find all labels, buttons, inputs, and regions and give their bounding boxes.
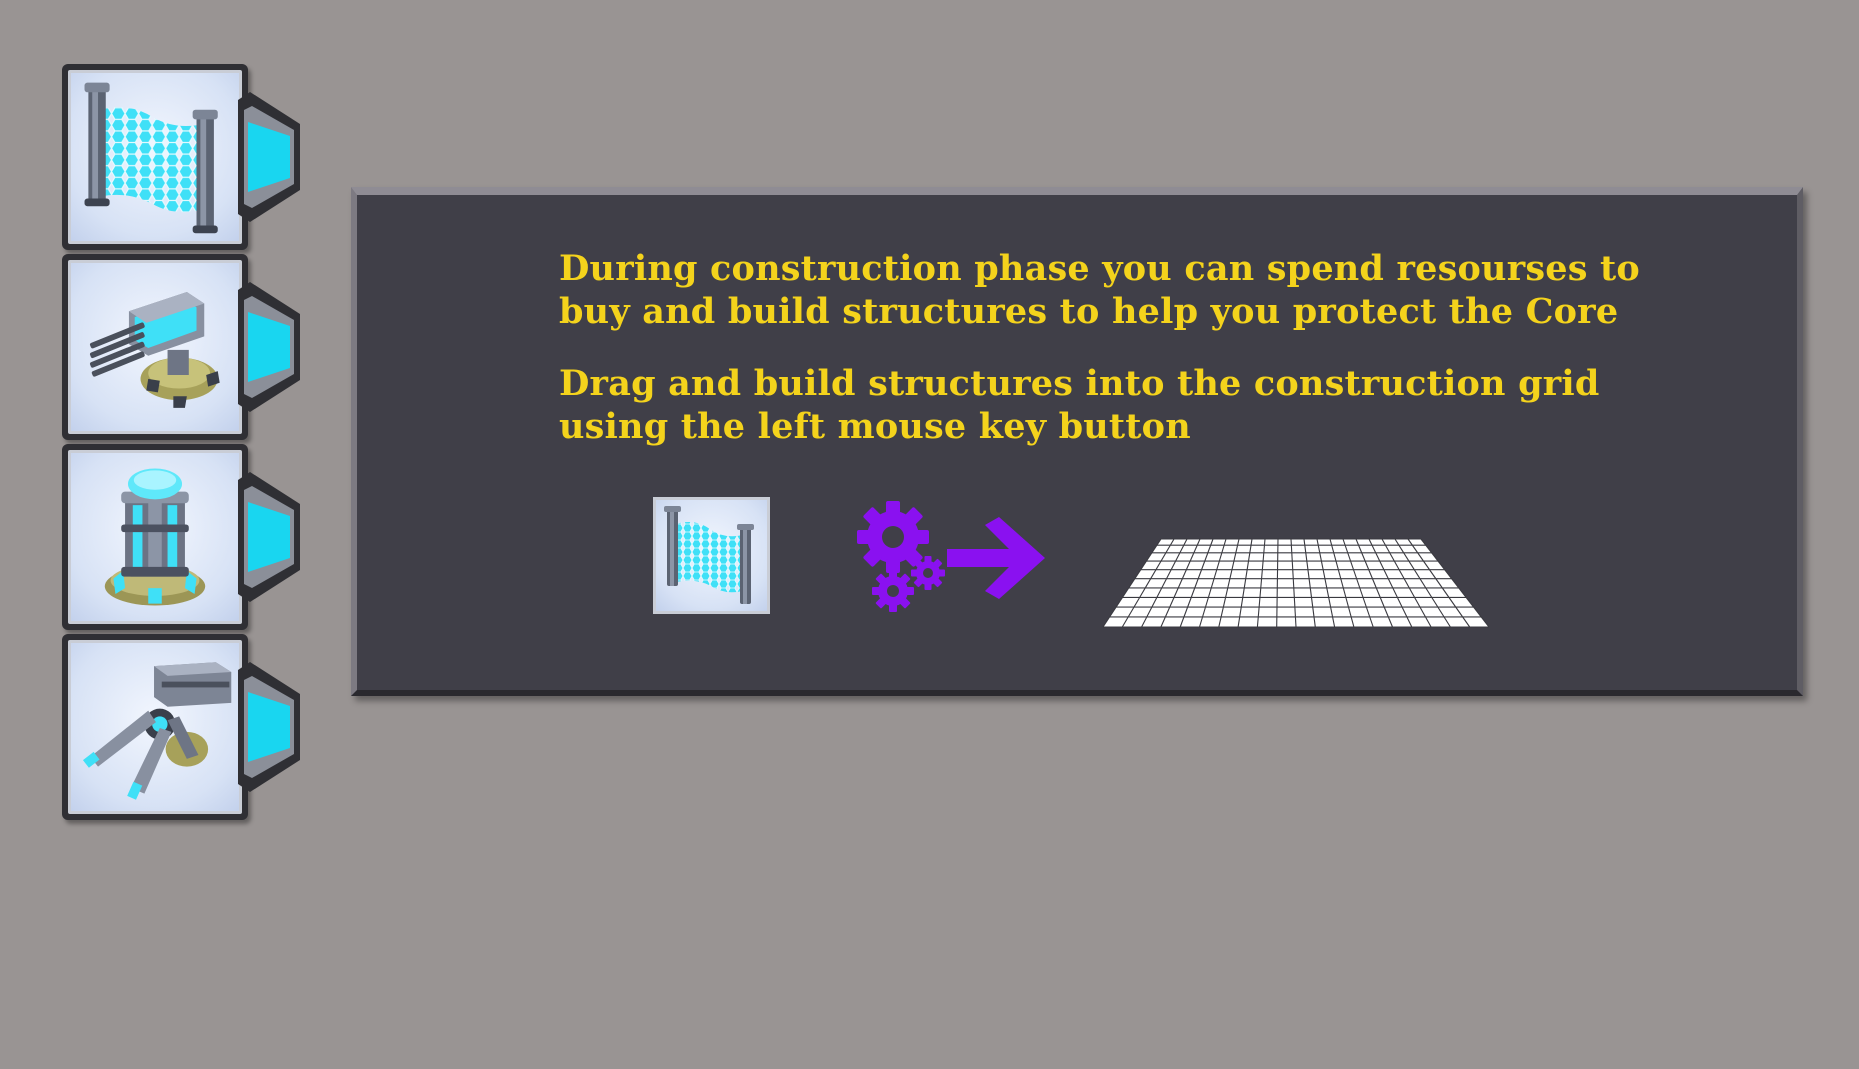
structure-button-energy-wall[interactable] <box>62 64 302 250</box>
expand-tab[interactable] <box>238 92 302 222</box>
gatling-turret-icon <box>68 260 242 434</box>
expand-tab[interactable] <box>238 662 302 792</box>
expand-tab[interactable] <box>238 472 302 602</box>
construction-info-panel: During construction phase you can spend … <box>351 187 1803 696</box>
energy-wall-icon <box>653 497 770 614</box>
expand-tab[interactable] <box>238 282 302 412</box>
structure-tile <box>62 634 248 820</box>
arrow-right-icon <box>947 517 1047 599</box>
energy-pylon-icon <box>68 450 242 624</box>
structure-button-energy-pylon[interactable] <box>62 444 302 630</box>
gears-icon <box>857 501 953 613</box>
structure-button-gatling-turret[interactable] <box>62 254 302 440</box>
heavy-cannon-icon <box>68 640 242 814</box>
energy-wall-icon <box>68 70 242 244</box>
drag-build-illustration <box>357 195 1797 690</box>
structure-button-heavy-cannon[interactable] <box>62 634 302 820</box>
structure-tile <box>62 444 248 630</box>
construction-grid-icon <box>1101 535 1491 630</box>
structure-tile <box>62 64 248 250</box>
structure-tile <box>62 254 248 440</box>
game-screen: During construction phase you can spend … <box>0 0 1859 1069</box>
